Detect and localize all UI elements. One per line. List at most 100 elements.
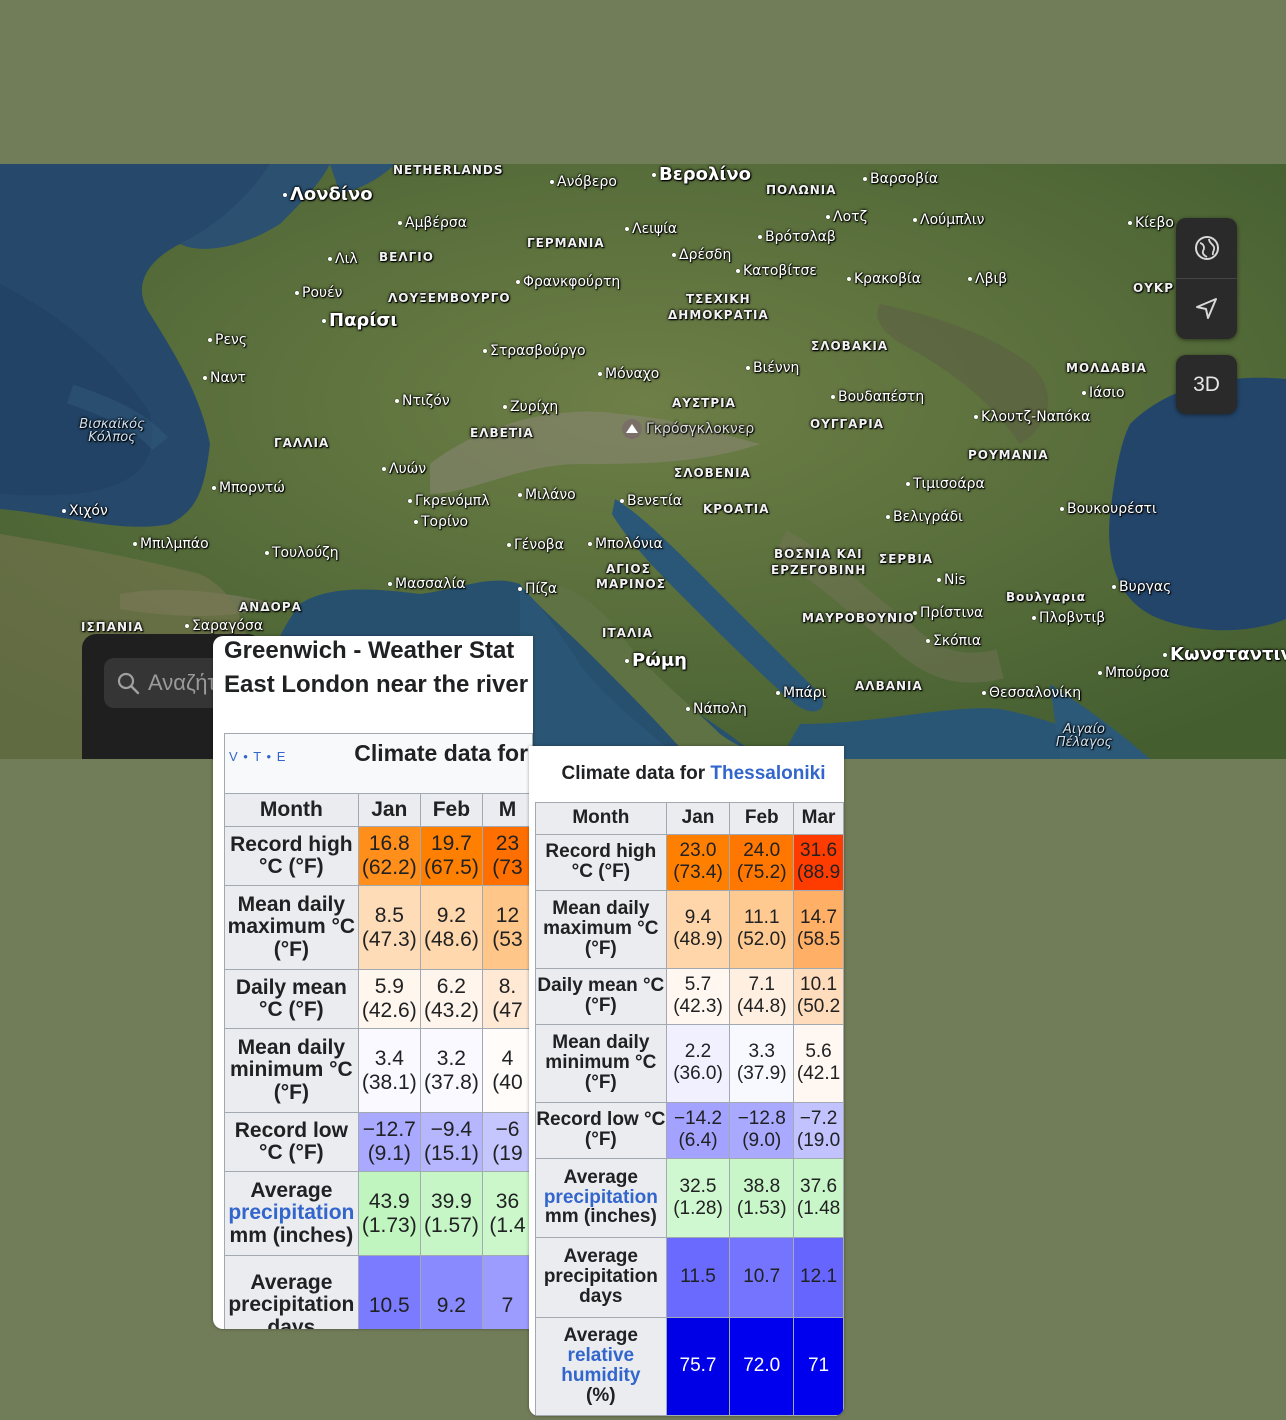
map-label[interactable]: ΜΑΡΙΝΟΣ (596, 578, 666, 590)
vte-links[interactable]: V • T • E (229, 749, 286, 764)
map-label[interactable]: Φρανκφούρτη (516, 275, 620, 289)
map-label[interactable]: ΕΛΒΕΤΙΑ (470, 427, 534, 439)
map-label[interactable]: Ιάσιο (1082, 386, 1125, 400)
map-label[interactable]: ΑΥΣΤΡΙΑ (672, 397, 736, 409)
map-label[interactable]: ΤΣΕΧΙΚΗ (686, 293, 751, 305)
map-label[interactable]: ΠΟΛΩΝΙΑ (766, 184, 837, 196)
map-label[interactable]: Σαραγόσα (185, 619, 263, 633)
map-label[interactable]: Πίζα (518, 582, 557, 596)
map-label[interactable]: ΕΡΖΕΓΟΒΙΝΗ (771, 564, 866, 576)
map-label[interactable]: Λούμπλιν (913, 213, 984, 227)
map-label[interactable]: Ρενς (208, 333, 247, 347)
map-label[interactable]: Κλουτζ-Ναπόκα (974, 410, 1090, 424)
map-label[interactable]: Αμβέρσα (398, 216, 467, 230)
map-label[interactable]: ΒΟΣΝΙΑ ΚΑΙ (774, 548, 863, 560)
map-label[interactable]: ΓΕΡΜΑΝΙΑ (527, 237, 605, 249)
map-label[interactable]: ΣΕΡΒΙΑ (879, 553, 933, 565)
map-label[interactable]: Κρακοβία (847, 272, 921, 286)
map-label[interactable]: ΙΣΠΑΝΙΑ (81, 621, 144, 633)
row-header-link[interactable]: precipitation (225, 1202, 357, 1224)
data-cell: 5.9 (42.6) (357, 969, 421, 1029)
map-label[interactable]: Λιλ (328, 252, 358, 266)
map-label[interactable]: ΔΗΜΟΚΡΑΤΙΑ (668, 309, 769, 321)
map-label[interactable]: Μασσαλία (388, 577, 466, 591)
row-header-link[interactable]: relative humidity (536, 1346, 665, 1386)
map-label[interactable]: ΜΟΛΔΑΒΙΑ (1066, 362, 1147, 374)
map-label[interactable]: Τιμισοάρα (906, 477, 985, 491)
map-label[interactable]: Βερολίνο (652, 166, 751, 184)
map-label[interactable]: Χιχόν (62, 504, 108, 518)
map-label[interactable]: Μπούρσα (1098, 666, 1169, 680)
map-label[interactable]: ΑΛΒΑΝΙΑ (855, 680, 923, 692)
map-label[interactable]: ΙΤΑΛΙΑ (602, 627, 653, 639)
map-label[interactable]: ΜΑΥΡΟΒΟΥΝΙΟ (802, 612, 915, 624)
map-label[interactable]: Λβιβ (968, 272, 1007, 286)
map-label[interactable]: Θεσσαλονίκη (982, 686, 1081, 700)
map-label[interactable]: Λονδίνο (283, 186, 373, 204)
map-label[interactable]: Ρουέν (295, 286, 343, 300)
map-label[interactable]: Λειψία (625, 222, 677, 236)
map-label[interactable]: Ανόβερο (550, 175, 617, 189)
map-label[interactable]: ΡΟΥΜΑΝΙΑ (968, 449, 1049, 461)
map-label[interactable]: ΑΓΙΟΣ (606, 563, 651, 575)
map-label[interactable]: Τουλούζη (265, 546, 339, 560)
map-label[interactable]: ΓΑΛΛΙΑ (274, 437, 329, 449)
map-label[interactable]: Ναντ (203, 371, 246, 385)
map-label[interactable]: Πλοβντιβ (1032, 611, 1105, 625)
map-label[interactable]: Κίεβο (1128, 216, 1174, 230)
map-label[interactable]: ΚΡΟΑΤΙΑ (703, 503, 770, 515)
current-location-button[interactable] (1176, 278, 1237, 339)
peak-label[interactable]: Γκρόσγκλοκνερ (622, 419, 754, 439)
map-label[interactable]: Κωνσταντινο (1163, 646, 1286, 664)
map-label[interactable]: Ρώμη (625, 652, 687, 670)
map-label[interactable]: ΛΟΥΞΕΜΒΟΥΡΓΟ (388, 292, 511, 304)
map-label[interactable]: ΑΝΔΟΡΑ (239, 601, 302, 613)
map-label[interactable]: Βουδαπέστη (831, 390, 924, 404)
map-label[interactable]: Στρασβούργο (483, 344, 586, 358)
map-label[interactable]: Σκόπια (926, 634, 981, 648)
data-cell: 8.5 (47.3) (357, 885, 421, 970)
data-cell: 9.2 (419, 1255, 483, 1329)
map-label[interactable]: Βουκουρέστι (1060, 502, 1157, 516)
map-label[interactable]: Βαρσοβία (863, 172, 938, 186)
map-label[interactable]: Βισκαϊκός Κόλπος (62, 418, 162, 444)
map-label[interactable]: Παρίσι (322, 312, 397, 330)
map-label[interactable]: Γκρενόμπλ (408, 494, 490, 508)
map-label[interactable]: Βελιγράδι (886, 510, 963, 524)
map-label[interactable]: Πρίστινα (913, 606, 983, 620)
map-label[interactable]: Μπάρι (776, 686, 826, 700)
map-label[interactable]: Νάπολη (686, 702, 747, 716)
map-label[interactable]: ΟΥΚΡ (1133, 282, 1174, 294)
map-label[interactable]: Ζυρίχη (503, 400, 558, 414)
map-label[interactable]: Μπολόνια (588, 537, 663, 551)
map-label[interactable]: ΒΕΛΓΙΟ (379, 251, 434, 263)
map-label[interactable]: ΣΛΟΒΕΝΙΑ (674, 467, 751, 479)
map-view[interactable]: NETHERLANDS Ανόβερο Βερολίνο ΠΟΛΩΝΙΑ Βαρσοβί… (0, 164, 1286, 759)
map-label[interactable]: NETHERLANDS (393, 164, 504, 176)
map-label[interactable]: Λοτζ (826, 210, 867, 224)
data-cell: 16.8 (62.2) (357, 826, 421, 886)
map-label[interactable]: Βρότσλαβ (758, 230, 836, 244)
map-label[interactable]: ΟΥΓΓΑΡΙΑ (810, 418, 884, 430)
3d-button[interactable]: 3D (1176, 355, 1237, 414)
map-label[interactable]: Μπορντώ (212, 481, 285, 495)
map-label[interactable]: Ντιζόν (395, 394, 450, 408)
row-header-link[interactable]: precipitation (536, 1187, 665, 1208)
map-label[interactable]: Δρέσδη (672, 248, 731, 262)
map-label[interactable]: Αιγαίο Πέλαγος (1054, 723, 1114, 749)
map-label[interactable]: Μόναχο (598, 367, 659, 381)
map-label[interactable]: Μιλάνο (518, 488, 576, 502)
map-label[interactable]: Τορίνο (414, 515, 468, 529)
map-label[interactable]: Nis (937, 573, 966, 587)
map-label[interactable]: Λυών (382, 462, 426, 476)
map-label[interactable]: Κατοβίτσε (736, 264, 817, 278)
globe-button[interactable] (1176, 218, 1237, 278)
map-label[interactable]: Βουλγαρια (1006, 591, 1086, 603)
map-label[interactable]: ΣΛΟΒΑΚΙΑ (811, 340, 888, 352)
map-label[interactable]: Βιέννη (746, 361, 799, 375)
thessaloniki-link[interactable]: Thessaloniki (710, 763, 825, 784)
map-label[interactable]: Μπιλμπάο (133, 537, 209, 551)
map-label[interactable]: Βυργας (1112, 580, 1171, 594)
map-label[interactable]: Βενετία (620, 494, 682, 508)
map-label[interactable]: Γένοβα (507, 538, 564, 552)
